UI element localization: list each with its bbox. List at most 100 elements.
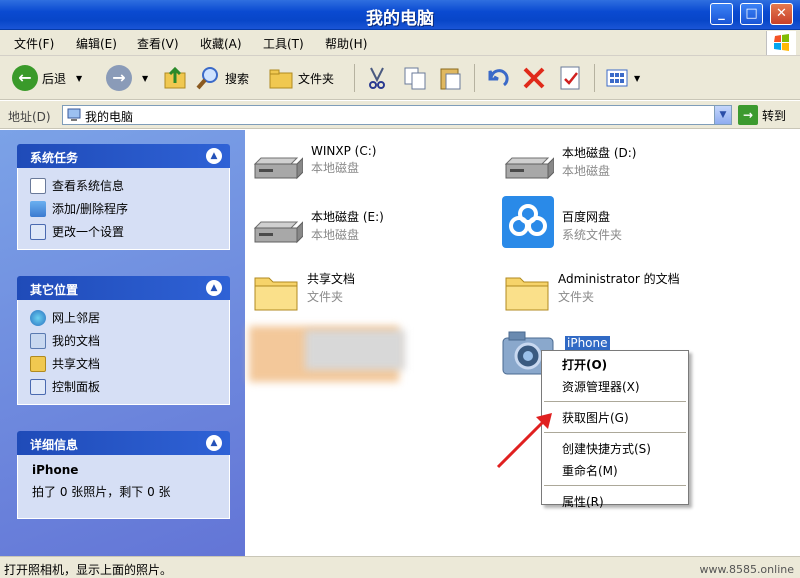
menu-favorites[interactable]: 收藏(A) [200, 35, 242, 52]
details-header[interactable]: 详细信息 ▲ [17, 431, 230, 455]
place-label: 我的文档 [52, 334, 101, 348]
collapse-icon[interactable]: ▲ [206, 280, 222, 296]
other-places-header[interactable]: 其它位置 ▲ [17, 276, 230, 300]
drive-d[interactable]: 本地磁盘 (D:) 本地磁盘 [502, 142, 636, 184]
search-icon [196, 67, 218, 90]
menu-rename[interactable]: 重命名(M) [542, 459, 688, 481]
collapse-icon[interactable]: ▲ [206, 435, 222, 451]
menu-create-shortcut[interactable]: 创建快捷方式(S) [542, 437, 688, 459]
details-name: iPhone [32, 463, 79, 477]
forward-button[interactable]: → ▼ [106, 64, 148, 92]
menu-file[interactable]: 文件(F) [14, 35, 54, 52]
menu-properties[interactable]: 属性(R) [542, 490, 688, 512]
place-label: 控制面板 [52, 380, 101, 394]
toolbar-separator [354, 64, 355, 92]
folders-icon [269, 69, 293, 89]
task-add-remove-programs[interactable]: 添加/删除程序 [30, 197, 217, 220]
go-label: 转到 [762, 108, 787, 123]
shared-documents[interactable]: 共享文档 文件夹 [253, 268, 355, 312]
copy-button[interactable] [402, 64, 428, 92]
details-description: 拍了 0 张照片，剩下 0 张 [32, 485, 171, 499]
windows-logo-icon [766, 31, 796, 55]
close-button[interactable]: ✕ [770, 3, 793, 25]
back-button[interactable]: ← 后退 ▼ [12, 64, 82, 92]
task-change-setting[interactable]: 更改一个设置 [30, 220, 217, 243]
menu-get-pictures[interactable]: 获取图片(G) [542, 406, 688, 428]
administrator-documents[interactable]: Administrator 的文档 文件夹 [504, 268, 680, 312]
search-button[interactable]: 搜索 [195, 64, 249, 92]
system-info-icon [30, 177, 46, 194]
item-name: WINXP (C:) [311, 144, 377, 158]
computer-icon [67, 108, 81, 121]
views-button[interactable]: ▼ [604, 64, 640, 92]
system-tasks-header[interactable]: 系统任务 ▲ [17, 144, 230, 168]
go-button[interactable]: → 转到 [738, 105, 786, 125]
delete-icon [523, 67, 545, 89]
forward-dropdown-icon[interactable]: ▼ [142, 74, 148, 83]
control-panel-icon [30, 223, 46, 240]
menu-help[interactable]: 帮助(H) [325, 35, 367, 52]
folder-icon [505, 277, 549, 311]
up-folder-icon [164, 66, 186, 89]
go-arrow-icon: → [738, 105, 758, 125]
task-view-system-info[interactable]: 查看系统信息 [30, 174, 217, 197]
cut-button[interactable] [364, 64, 390, 92]
copy-icon [404, 67, 426, 90]
menu-separator [544, 485, 686, 486]
address-input[interactable]: 我的电脑 ▼ [62, 105, 732, 125]
address-dropdown-icon[interactable]: ▼ [714, 106, 731, 124]
views-dropdown-icon[interactable]: ▼ [634, 74, 640, 83]
collapse-icon[interactable]: ▲ [206, 148, 222, 164]
back-dropdown-icon[interactable]: ▼ [76, 74, 82, 83]
properties-button[interactable] [557, 64, 583, 92]
menu-bar: 文件(F) 编辑(E) 查看(V) 收藏(A) 工具(T) 帮助(H) [0, 30, 800, 56]
menu-open[interactable]: 打开(O) [542, 353, 688, 375]
views-icon [606, 69, 628, 87]
item-type: 系统文件夹 [562, 228, 623, 242]
up-folder-button[interactable] [162, 64, 188, 92]
place-my-documents[interactable]: 我的文档 [30, 329, 217, 352]
drive-e[interactable]: 本地磁盘 (E:) 本地磁盘 [251, 206, 384, 248]
baidu-cloud-icon [502, 196, 554, 248]
item-name: iPhone [565, 336, 610, 350]
blurred-item [305, 330, 405, 370]
menu-tools[interactable]: 工具(T) [263, 35, 304, 52]
place-network[interactable]: 网上邻居 [30, 306, 217, 329]
item-type: 文件夹 [558, 290, 595, 304]
folders-button[interactable]: 文件夹 [268, 64, 334, 92]
system-tasks-title: 系统任务 [30, 151, 79, 165]
context-menu: 打开(O) 资源管理器(X) 获取图片(G) 创建快捷方式(S) 重命名(M) … [541, 350, 689, 509]
item-name: 百度网盘 [562, 210, 611, 224]
maximize-button[interactable]: □ [740, 3, 763, 25]
menu-edit[interactable]: 编辑(E) [76, 35, 117, 52]
menu-explorer[interactable]: 资源管理器(X) [542, 375, 688, 397]
undo-button[interactable] [484, 64, 510, 92]
place-shared-documents[interactable]: 共享文档 [30, 352, 217, 375]
properties-icon [560, 66, 580, 90]
baidu-netdisk[interactable]: 百度网盘 系统文件夹 [502, 196, 622, 248]
minimize-button[interactable]: _ [710, 3, 733, 25]
paste-button[interactable] [438, 64, 464, 92]
content-area: WINXP (C:) 本地磁盘 本地磁盘 (D:) 本地磁盘 本地磁盘 (E:) 本地… [245, 130, 800, 556]
search-label: 搜索 [225, 71, 250, 86]
back-label: 后退 [42, 71, 67, 86]
toolbar: ← 后退 ▼ → ▼ 搜索 文件夹 ▼ [0, 56, 800, 100]
system-tasks-panel: 系统任务 ▲ 查看系统信息 添加/删除程序 更改一个设置 [17, 144, 230, 250]
menu-view[interactable]: 查看(V) [137, 35, 179, 52]
control-panel-icon [30, 378, 46, 395]
drive-c[interactable]: WINXP (C:) 本地磁盘 [251, 142, 376, 184]
annotation-arrow-icon [496, 413, 552, 469]
item-type: 本地磁盘 [562, 164, 611, 178]
undo-icon [488, 69, 509, 87]
forward-arrow-icon: → [106, 65, 132, 91]
place-control-panel[interactable]: 控制面板 [30, 375, 217, 398]
menu-separator [544, 432, 686, 433]
task-label: 查看系统信息 [52, 179, 125, 193]
item-type: 文件夹 [307, 290, 344, 304]
task-label: 更改一个设置 [52, 225, 125, 239]
delete-button[interactable] [521, 64, 547, 92]
folder-icon [30, 355, 46, 372]
item-name: 共享文档 [307, 272, 356, 286]
toolbar-separator [474, 64, 475, 92]
other-places-panel: 其它位置 ▲ 网上邻居 我的文档 共享文档 控制面板 [17, 276, 230, 405]
